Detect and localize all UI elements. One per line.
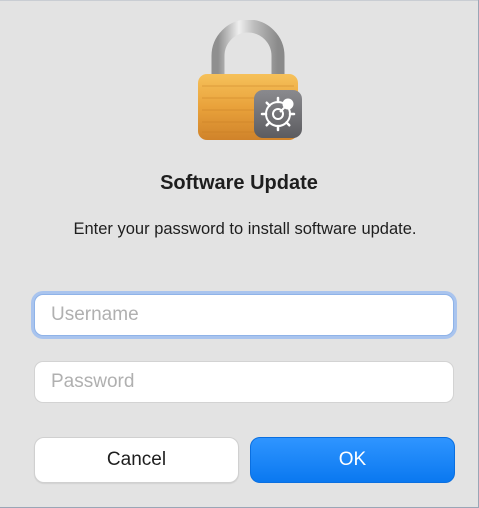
settings-badge-icon — [254, 90, 302, 138]
software-update-dialog: Software Update Enter your password to i… — [0, 0, 479, 508]
cancel-button-label: Cancel — [106, 449, 167, 470]
ok-button[interactable]: OK — [250, 437, 455, 483]
dialog-top-edge — [0, 0, 478, 1]
lock-with-gear-icon — [192, 19, 312, 145]
cancel-button[interactable]: Cancel — [34, 437, 239, 483]
lock-graphic — [198, 19, 302, 140]
password-field[interactable] — [34, 361, 454, 403]
dialog-title: Software Update — [160, 172, 318, 194]
dialog-message: Enter your password to install software … — [73, 220, 417, 238]
ok-button-label: OK — [338, 449, 367, 470]
username-field[interactable] — [34, 294, 454, 336]
